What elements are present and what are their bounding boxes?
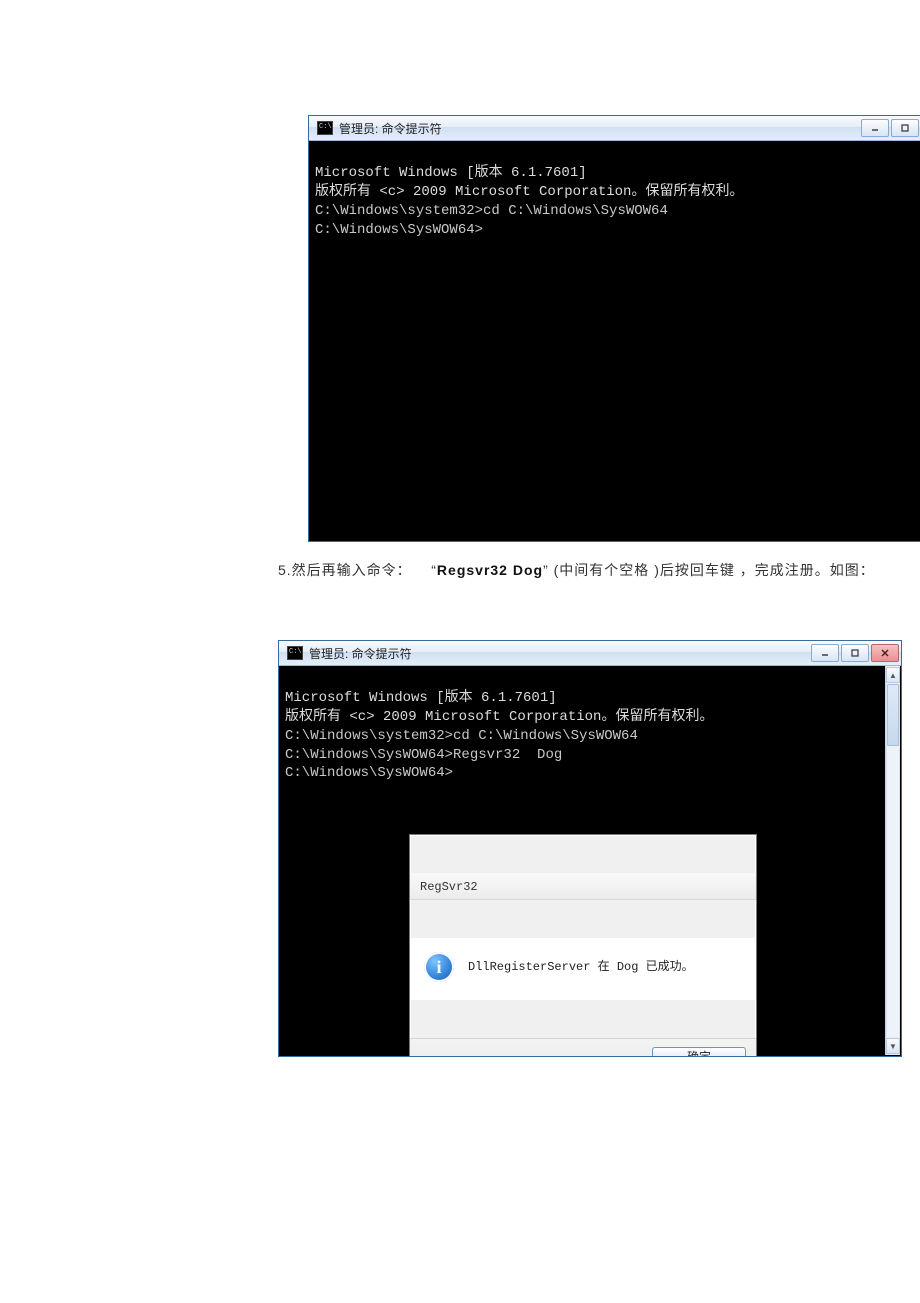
instruction-tail: 后按回车键 ，完成注册。如图： — [660, 562, 875, 578]
cmd-titlebar-2[interactable]: 管理员: 命令提示符 — [279, 641, 901, 666]
document-page: 管理员: 命令提示符 Microsoft Windows [版本 6.1.760… — [0, 0, 920, 1057]
cmd-icon — [317, 121, 333, 135]
cmd-icon — [287, 646, 303, 660]
ok-button[interactable]: 确定 — [652, 1047, 746, 1056]
console-line: C:\Windows\SysWOW64> — [315, 221, 915, 240]
cmd-body-1: Microsoft Windows [版本 6.1.7601]版权所有 <c> … — [309, 141, 920, 541]
maximize-button[interactable] — [891, 119, 919, 137]
instruction-step-5: 5.然后再输入命令： “Regsvr32 Dog” (中间有个空格 )后按回车键… — [278, 560, 920, 580]
scroll-down-icon[interactable]: ▼ — [886, 1038, 900, 1054]
instruction-paren: (中间有个空格 ) — [554, 562, 660, 578]
console-line: Microsoft Windows [版本 6.1.7601] — [285, 689, 885, 708]
cmd-title-text-2: 管理员: 命令提示符 — [309, 645, 811, 662]
cmd-title-text-1: 管理员: 命令提示符 — [339, 120, 861, 137]
minimize-button[interactable] — [811, 644, 839, 662]
scrollbar[interactable]: ▲ ▼ — [885, 666, 900, 1055]
regsvr32-dialog: RegSvr32 i DllRegisterServer 在 Dog 已成功。 … — [409, 834, 757, 1056]
scroll-up-icon[interactable]: ▲ — [886, 667, 900, 683]
cmd-titlebar-1[interactable]: 管理员: 命令提示符 — [309, 116, 920, 141]
console-line: C:\Windows\SysWOW64>Regsvr32 Dog — [285, 746, 885, 765]
scroll-thumb[interactable] — [887, 684, 899, 746]
quote-close: ” — [543, 562, 549, 578]
console-line: 版权所有 <c> 2009 Microsoft Corporation。保留所有… — [315, 183, 915, 202]
console-line: C:\Windows\system32>cd C:\Windows\SysWOW… — [315, 202, 915, 221]
cmd-body-2: Microsoft Windows [版本 6.1.7601]版权所有 <c> … — [279, 666, 901, 1056]
scroll-track[interactable] — [886, 684, 900, 1037]
dialog-footer: 确定 — [410, 1038, 756, 1056]
console-line: 版权所有 <c> 2009 Microsoft Corporation。保留所有… — [285, 708, 885, 727]
dialog-message: DllRegisterServer 在 Dog 已成功。 — [468, 959, 694, 975]
console-line: C:\Windows\system32>cd C:\Windows\SysWOW… — [285, 727, 885, 746]
maximize-button[interactable] — [841, 644, 869, 662]
console-line: C:\Windows\SysWOW64> — [285, 764, 885, 783]
console-line: Microsoft Windows [版本 6.1.7601] — [315, 164, 915, 183]
window-controls-2 — [811, 644, 899, 662]
dialog-title[interactable]: RegSvr32 — [410, 873, 756, 900]
cmd-window-2: 管理员: 命令提示符 Microsoft Windows [版本 6.1.760… — [278, 640, 902, 1057]
minimize-button[interactable] — [861, 119, 889, 137]
window-controls-1 — [861, 119, 919, 137]
instruction-command: Regsvr32 Dog — [437, 562, 543, 578]
info-icon: i — [424, 952, 454, 982]
instruction-prefix: 5.然后再输入命令： — [278, 562, 412, 578]
dialog-body: i DllRegisterServer 在 Dog 已成功。 — [410, 938, 756, 1000]
cmd-window-1: 管理员: 命令提示符 Microsoft Windows [版本 6.1.760… — [308, 115, 920, 542]
close-button[interactable] — [871, 644, 899, 662]
